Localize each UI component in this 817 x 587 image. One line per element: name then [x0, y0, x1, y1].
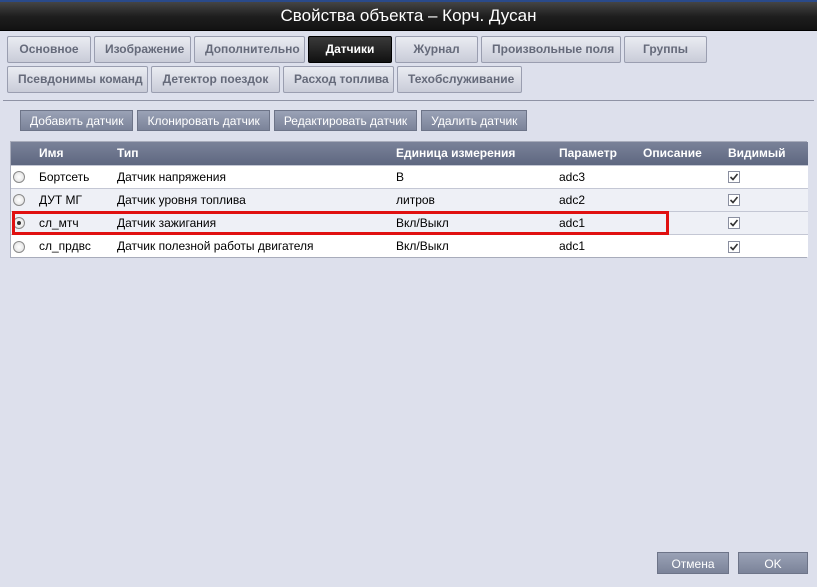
tab-log[interactable]: Журнал	[395, 36, 478, 63]
sensor-name: сл_прдвс	[37, 233, 115, 257]
row-radio[interactable]	[13, 194, 25, 207]
table-row-selected[interactable]: сл_мтч Датчик зажигания Вкл/Выкл adc1	[11, 210, 808, 234]
visible-checkbox[interactable]	[728, 240, 740, 253]
visible-cell	[726, 233, 808, 257]
sensor-type: Датчик уровня топлива	[115, 187, 394, 211]
sensor-type: Датчик полезной работы двигателя	[115, 233, 394, 257]
visible-cell	[726, 210, 808, 234]
tab-main[interactable]: Основное	[7, 36, 91, 63]
sensor-unit: Вкл/Выкл	[394, 210, 557, 234]
tab-custom-fields[interactable]: Произвольные поля	[481, 36, 621, 63]
visible-checkbox[interactable]	[728, 171, 740, 184]
sensor-unit: Вкл/Выкл	[394, 233, 557, 257]
col-parameter[interactable]: Параметр	[557, 142, 641, 165]
col-description[interactable]: Описание	[641, 142, 726, 165]
table-row[interactable]: Бортсеть Датчик напряжения В adc3	[11, 164, 808, 188]
sensor-table: Имя Тип Единица измерения Параметр Описа…	[10, 141, 808, 258]
visible-checkbox[interactable]	[728, 217, 740, 230]
table-header: Имя Тип Единица измерения Параметр Описа…	[11, 142, 808, 165]
sensor-param: adc1	[557, 233, 641, 257]
sensor-toolbar: Добавить датчик Клонировать датчик Редак…	[20, 110, 528, 131]
row-select-cell	[11, 164, 37, 188]
visible-cell	[726, 164, 808, 188]
row-radio-selected[interactable]	[13, 217, 25, 230]
sensor-param: adc2	[557, 187, 641, 211]
sensor-desc	[641, 187, 726, 211]
table-row[interactable]: сл_прдвс Датчик полезной работы двигател…	[11, 233, 808, 257]
tab-groups[interactable]: Группы	[624, 36, 707, 63]
sensor-type: Датчик зажигания	[115, 210, 394, 234]
table-row[interactable]: ДУТ МГ Датчик уровня топлива литров adc2	[11, 187, 808, 211]
sensor-name: Бортсеть	[37, 164, 115, 188]
col-unit[interactable]: Единица измерения	[394, 142, 557, 165]
row-select-cell	[11, 233, 37, 257]
ok-button[interactable]: OK	[738, 552, 808, 574]
col-select	[11, 142, 37, 165]
row-radio[interactable]	[13, 171, 25, 184]
sensor-name: ДУТ МГ	[37, 187, 115, 211]
row-select-cell	[11, 187, 37, 211]
sensor-type: Датчик напряжения	[115, 164, 394, 188]
add-sensor-button[interactable]: Добавить датчик	[20, 110, 134, 131]
tab-fuel-consumption[interactable]: Расход топлива	[283, 66, 394, 93]
tab-divider	[3, 100, 814, 101]
tab-row-2: Псевдонимы команд Детектор поездок Расхо…	[7, 66, 812, 93]
sensor-name: сл_мтч	[37, 210, 115, 234]
edit-sensor-button[interactable]: Редактировать датчик	[273, 110, 418, 131]
sensor-param: adc1	[557, 210, 641, 234]
tab-maintenance[interactable]: Техобслуживание	[397, 66, 522, 93]
sensor-desc	[641, 233, 726, 257]
tab-bar: Основное Изображение Дополнительно Датчи…	[7, 36, 812, 96]
window-title: Свойства объекта – Корч. Дусан	[280, 6, 537, 25]
sensor-desc	[641, 210, 726, 234]
sensor-param: adc3	[557, 164, 641, 188]
titlebar-edge	[0, 0, 817, 2]
sensor-unit: литров	[394, 187, 557, 211]
delete-sensor-button[interactable]: Удалить датчик	[421, 110, 528, 131]
col-type[interactable]: Тип	[115, 142, 394, 165]
window-titlebar: Свойства объекта – Корч. Дусан	[0, 0, 817, 31]
tab-advanced[interactable]: Дополнительно	[194, 36, 305, 63]
tab-sensors[interactable]: Датчики	[308, 36, 392, 63]
clone-sensor-button[interactable]: Клонировать датчик	[137, 110, 270, 131]
row-select-cell	[11, 210, 37, 234]
tab-row-1: Основное Изображение Дополнительно Датчи…	[7, 36, 812, 63]
visible-cell	[726, 187, 808, 211]
tab-command-aliases[interactable]: Псевдонимы команд	[7, 66, 148, 93]
col-name[interactable]: Имя	[37, 142, 115, 165]
row-radio[interactable]	[13, 240, 25, 253]
col-visible[interactable]: Видимый	[726, 142, 808, 165]
visible-checkbox[interactable]	[728, 194, 740, 207]
tab-trip-detector[interactable]: Детектор поездок	[151, 66, 280, 93]
cancel-button[interactable]: Отмена	[657, 552, 729, 574]
sensor-unit: В	[394, 164, 557, 188]
tab-image[interactable]: Изображение	[94, 36, 191, 63]
sensor-desc	[641, 164, 726, 188]
